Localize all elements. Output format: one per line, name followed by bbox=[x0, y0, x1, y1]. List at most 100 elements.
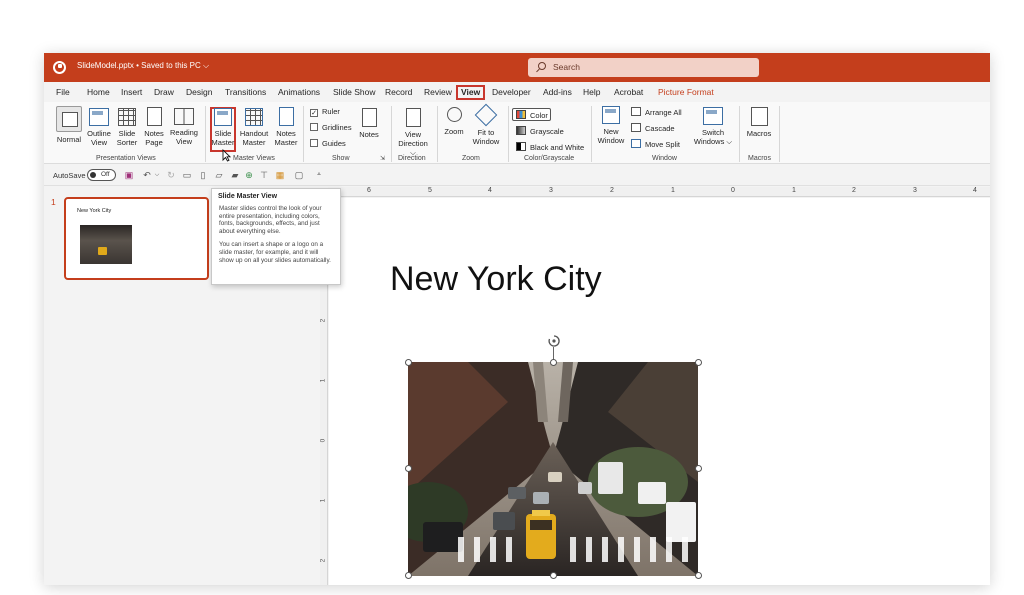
guides-checkbox[interactable]: Guides bbox=[310, 139, 346, 148]
tab-review[interactable]: Review bbox=[424, 85, 452, 100]
switch-windows-button[interactable]: Switch Windows ⌵ bbox=[692, 107, 734, 146]
handout-master-icon bbox=[245, 108, 263, 126]
tab-record[interactable]: Record bbox=[385, 85, 412, 100]
hruler-number: 6 bbox=[367, 187, 371, 194]
resize-handle-w[interactable] bbox=[405, 465, 412, 472]
powerpoint-logo-icon bbox=[53, 61, 66, 74]
resize-handle-nw[interactable] bbox=[405, 359, 412, 366]
comment-icon[interactable]: ▢ bbox=[294, 170, 304, 180]
move-split-label: Move Split bbox=[645, 140, 681, 149]
city-street-photo[interactable] bbox=[408, 362, 698, 576]
undo-icon[interactable]: ↶ bbox=[142, 170, 152, 180]
tab-add-ins[interactable]: Add-ins bbox=[543, 85, 572, 100]
autosave-toggle[interactable]: Off bbox=[87, 169, 116, 181]
tab-view[interactable]: View bbox=[456, 85, 486, 100]
cascade-icon bbox=[631, 123, 641, 132]
hruler-number: 4 bbox=[973, 187, 977, 194]
group-separator bbox=[591, 106, 592, 162]
new-window-button[interactable]: New Window bbox=[596, 106, 626, 145]
switch-label-1: Switch bbox=[701, 128, 725, 137]
slide-sorter-icon bbox=[118, 108, 136, 126]
cascade-label: Cascade bbox=[645, 124, 675, 133]
resize-handle-s[interactable] bbox=[550, 572, 557, 579]
group-label-direction: Direction bbox=[398, 155, 426, 162]
fit-to-window-button[interactable]: Fit to Window bbox=[470, 103, 502, 146]
notes-master-button[interactable]: Notes Master bbox=[272, 107, 300, 147]
new-window-label-1: New bbox=[603, 127, 619, 136]
resize-handle-e[interactable] bbox=[695, 465, 702, 472]
slide-sorter-button[interactable]: Slide Sorter bbox=[115, 108, 139, 147]
notes-master-icon bbox=[278, 107, 294, 126]
folder-icon[interactable]: ▰ bbox=[230, 170, 240, 180]
macros-button[interactable]: Macros bbox=[744, 107, 774, 138]
slide-master-button[interactable]: Slide Master bbox=[211, 108, 235, 147]
tab-file[interactable]: File bbox=[56, 85, 70, 100]
cascade-button[interactable]: Cascade bbox=[631, 123, 675, 133]
move-split-button[interactable]: Move Split bbox=[631, 139, 680, 149]
tab-slide-show[interactable]: Slide Show bbox=[333, 85, 376, 100]
color-swatch-icon bbox=[516, 110, 526, 119]
resize-handle-sw[interactable] bbox=[405, 572, 412, 579]
tab-draw[interactable]: Draw bbox=[154, 85, 174, 100]
color-button[interactable]: Color bbox=[516, 110, 548, 120]
group-label-window: Window bbox=[652, 155, 677, 162]
view-direction-button[interactable]: View Direction ⌵ bbox=[395, 108, 431, 157]
hruler-number: 2 bbox=[610, 187, 614, 194]
slide-title[interactable]: New York City bbox=[390, 260, 602, 299]
group-label-macros: Macros bbox=[748, 155, 771, 162]
zoom-button[interactable]: Zoom bbox=[442, 107, 466, 136]
search-box[interactable]: Search bbox=[528, 58, 759, 77]
open-icon[interactable]: ▱ bbox=[214, 170, 224, 180]
normal-view-button[interactable]: Normal bbox=[55, 106, 83, 144]
zoom-label: Zoom bbox=[444, 127, 464, 136]
black-and-white-button[interactable]: Black and White bbox=[516, 142, 584, 152]
group-label-color-grayscale: Color/Grayscale bbox=[524, 155, 575, 162]
tab-design[interactable]: Design bbox=[186, 85, 212, 100]
share-icon[interactable]: ⊕ bbox=[244, 170, 254, 180]
group-separator bbox=[739, 106, 740, 162]
hruler-number: 3 bbox=[913, 187, 917, 194]
rotate-handle-icon[interactable] bbox=[547, 334, 561, 348]
outline-view-button[interactable]: Outline View bbox=[85, 108, 113, 147]
document-title[interactable]: SlideModel.pptx • Saved to this PC ⌵ bbox=[77, 61, 209, 71]
group-label-zoom: Zoom bbox=[462, 155, 480, 162]
slide-thumbnail[interactable]: New York City bbox=[64, 197, 209, 280]
resize-handle-se[interactable] bbox=[695, 572, 702, 579]
grayscale-button[interactable]: Grayscale bbox=[516, 126, 564, 136]
search-icon bbox=[538, 62, 546, 70]
handout-master-button[interactable]: Handout Master bbox=[237, 108, 271, 147]
tab-transitions[interactable]: Transitions bbox=[225, 85, 266, 100]
redo-icon[interactable]: ↻ bbox=[166, 170, 176, 180]
notes-button[interactable]: Notes bbox=[357, 108, 381, 139]
ribbon-view: Normal Outline View Slide Sorter Notes P… bbox=[44, 102, 990, 164]
tab-help[interactable]: Help bbox=[583, 85, 600, 100]
show-dialog-launcher-icon[interactable]: ⇲ bbox=[380, 155, 385, 162]
gridlines-checkbox[interactable]: Gridlines bbox=[310, 123, 352, 132]
resize-handle-n[interactable] bbox=[550, 359, 557, 366]
save-icon[interactable]: ▣ bbox=[124, 170, 134, 180]
tab-animations[interactable]: Animations bbox=[278, 85, 320, 100]
zoom-magnifier-icon bbox=[446, 107, 462, 122]
reading-view-button[interactable]: Reading View bbox=[168, 108, 200, 146]
present-icon[interactable]: ▭ bbox=[182, 170, 192, 180]
arrange-all-button[interactable]: Arrange All bbox=[631, 107, 682, 117]
fit-label-1: Fit to bbox=[477, 128, 495, 137]
group-separator bbox=[779, 106, 780, 162]
tab-picture-format[interactable]: Picture Format bbox=[658, 85, 714, 100]
group-label-presentation-views: Presentation Views bbox=[96, 155, 156, 162]
copy-format-icon[interactable]: ▦ bbox=[275, 170, 285, 180]
tab-acrobat[interactable]: Acrobat bbox=[614, 85, 643, 100]
tab-developer[interactable]: Developer bbox=[492, 85, 531, 100]
reading-view-icon bbox=[174, 108, 194, 125]
tab-insert[interactable]: Insert bbox=[121, 85, 142, 100]
notes-page-button[interactable]: Notes Page bbox=[142, 107, 166, 147]
customize-toolbar-icon[interactable]: ⩡ bbox=[314, 170, 324, 180]
undo-dropdown-icon[interactable]: ⌵ bbox=[152, 170, 162, 180]
presenter-icon[interactable]: ⊤ bbox=[259, 170, 269, 180]
ruler-checkbox[interactable]: ✓ Ruler bbox=[310, 107, 340, 117]
hruler-number: 0 bbox=[731, 187, 735, 194]
new-file-icon[interactable]: ▯ bbox=[198, 170, 208, 180]
vruler-number: 2 bbox=[319, 318, 327, 323]
resize-handle-ne[interactable] bbox=[695, 359, 702, 366]
tab-home[interactable]: Home bbox=[87, 85, 110, 100]
